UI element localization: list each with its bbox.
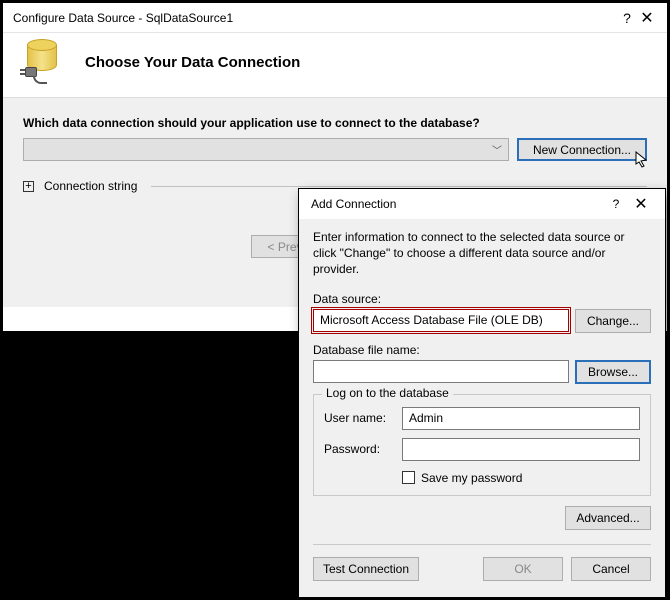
close-icon[interactable]: ✕ xyxy=(637,8,657,28)
data-source-label: Data source: xyxy=(313,292,651,306)
plus-icon: + xyxy=(23,181,34,192)
database-icon xyxy=(21,39,67,85)
save-password-row[interactable]: Save my password xyxy=(402,471,640,485)
wizard-titlebar: Configure Data Source - SqlDataSource1 ?… xyxy=(3,3,667,33)
logon-group: Log on to the database User name: Passwo… xyxy=(313,394,651,496)
browse-button[interactable]: Browse... xyxy=(575,360,651,384)
cursor-icon xyxy=(635,151,651,169)
close-icon[interactable]: ✕ xyxy=(627,194,655,214)
password-field[interactable] xyxy=(402,438,640,461)
add-connection-dialog: Add Connection ? ✕ Enter information to … xyxy=(298,188,666,598)
addconn-title: Add Connection xyxy=(311,197,605,211)
new-connection-button[interactable]: New Connection... xyxy=(517,138,647,161)
dbfile-field[interactable] xyxy=(313,360,569,383)
wizard-header: Choose Your Data Connection xyxy=(3,33,667,97)
password-label: Password: xyxy=(324,442,402,456)
wizard-heading: Choose Your Data Connection xyxy=(85,54,300,71)
data-source-field: Microsoft Access Database File (OLE DB) xyxy=(313,309,569,332)
addconn-button-row: Test Connection OK Cancel xyxy=(313,544,651,581)
connection-dropdown[interactable]: ﹀ xyxy=(23,138,509,161)
username-field[interactable] xyxy=(402,407,640,430)
advanced-button[interactable]: Advanced... xyxy=(565,506,651,530)
new-connection-label: New Connection... xyxy=(533,143,631,157)
addconn-intro: Enter information to connect to the sele… xyxy=(313,229,651,278)
connection-string-label: Connection string xyxy=(44,179,137,193)
help-icon[interactable]: ? xyxy=(617,10,637,26)
change-button[interactable]: Change... xyxy=(575,309,651,333)
save-password-checkbox[interactable] xyxy=(402,471,415,484)
wizard-title: Configure Data Source - SqlDataSource1 xyxy=(13,11,617,25)
divider xyxy=(151,186,647,187)
logon-group-title: Log on to the database xyxy=(322,386,453,400)
test-connection-button[interactable]: Test Connection xyxy=(313,557,419,581)
addconn-titlebar: Add Connection ? ✕ xyxy=(299,189,665,219)
save-password-label: Save my password xyxy=(421,471,522,485)
dbfile-label: Database file name: xyxy=(313,343,651,357)
wizard-prompt: Which data connection should your applic… xyxy=(23,116,647,130)
ok-button: OK xyxy=(483,557,563,581)
help-icon[interactable]: ? xyxy=(605,197,627,211)
username-label: User name: xyxy=(324,411,402,425)
chevron-down-icon: ﹀ xyxy=(492,142,502,157)
cancel-button[interactable]: Cancel xyxy=(571,557,651,581)
